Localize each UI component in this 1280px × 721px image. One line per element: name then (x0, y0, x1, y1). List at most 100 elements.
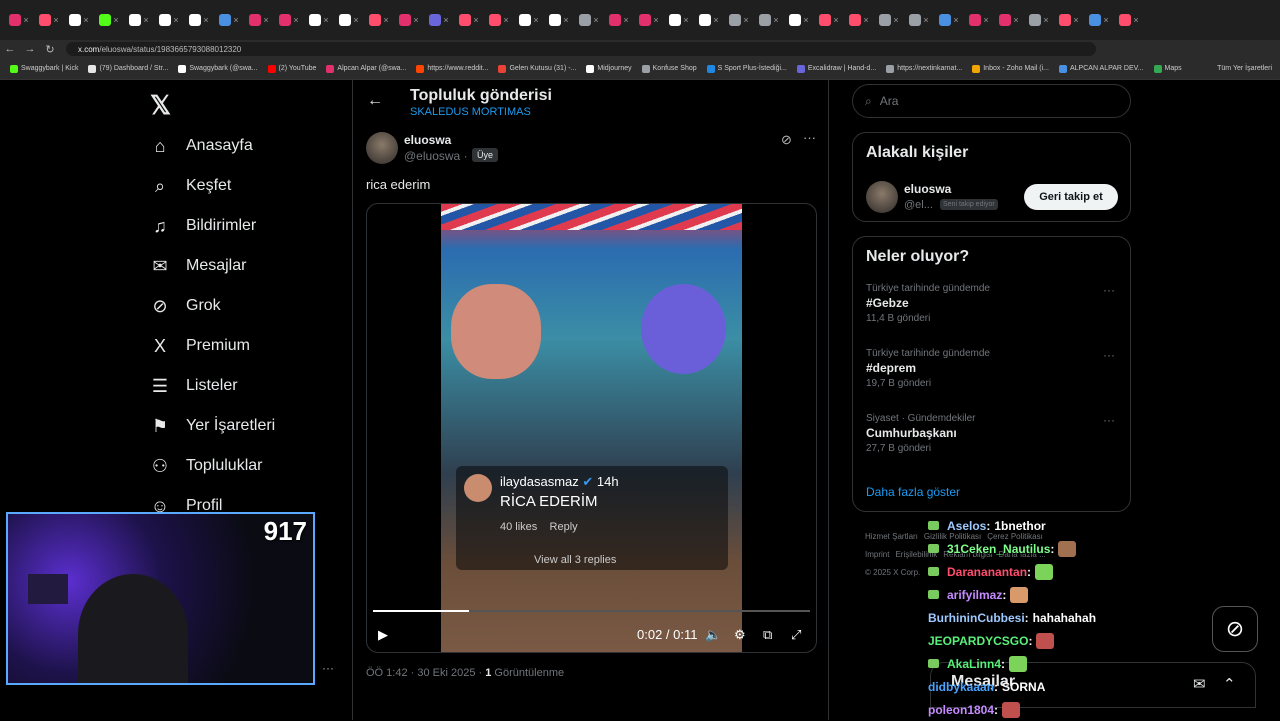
tab-close-icon[interactable]: × (923, 15, 928, 25)
forward-nav-icon[interactable]: → (20, 43, 40, 55)
fullscreen-icon[interactable]: ⤢ (791, 627, 801, 643)
browser-tab[interactable]: × (94, 9, 124, 31)
browser-tab[interactable]: × (304, 9, 334, 31)
tab-close-icon[interactable]: × (83, 15, 88, 25)
grok-fab-icon[interactable]: ⊘ (1212, 606, 1258, 652)
all-bookmarks-button[interactable]: Tüm Yer İşaretleri (1217, 65, 1272, 72)
bookmark-item[interactable]: https://nextinkarnat... (886, 64, 962, 73)
browser-tab[interactable]: × (64, 9, 94, 31)
browser-tab[interactable]: × (844, 9, 874, 31)
browser-tab[interactable]: × (154, 9, 184, 31)
tab-close-icon[interactable]: × (683, 15, 688, 25)
new-message-icon[interactable]: ✉ (1193, 675, 1206, 693)
browser-tab[interactable]: × (1084, 9, 1114, 31)
trend-more-icon[interactable]: ··· (1103, 348, 1115, 362)
trend-item[interactable]: Türkiye tarihinde gündemde #deprem 19,7 B … (866, 348, 990, 389)
back-nav-icon[interactable]: ← (0, 43, 20, 55)
related-name[interactable]: eluoswa (904, 182, 951, 196)
browser-tab[interactable]: × (334, 9, 364, 31)
footer-link[interactable]: © 2025 X Corp. (865, 568, 920, 577)
browser-tab[interactable]: × (274, 9, 304, 31)
sidebar-item-ke-fet[interactable]: ⌕ Keşfet (148, 166, 275, 206)
browser-tab[interactable]: × (634, 9, 664, 31)
post-author-handle[interactable]: @eluoswa · (404, 149, 468, 163)
browser-tab[interactable]: × (694, 9, 724, 31)
back-arrow-icon[interactable]: ← (367, 92, 383, 110)
search-input[interactable]: ⌕ Ara (852, 84, 1131, 118)
browser-tab[interactable]: × (454, 9, 484, 31)
trend-more-icon[interactable]: ··· (1103, 283, 1115, 297)
browser-tab[interactable]: × (124, 9, 154, 31)
browser-tab[interactable]: × (244, 9, 274, 31)
browser-tab[interactable]: × (1024, 9, 1054, 31)
post-author-avatar[interactable] (366, 132, 398, 164)
browser-tab[interactable]: × (904, 9, 934, 31)
tab-close-icon[interactable]: × (353, 15, 358, 25)
tab-close-icon[interactable]: × (833, 15, 838, 25)
trend-item[interactable]: Türkiye tarihinde gündemde #Gebze 11,4 B g… (866, 283, 990, 324)
pip-icon[interactable]: ⧉ (763, 627, 772, 643)
browser-tab[interactable]: × (364, 9, 394, 31)
tab-close-icon[interactable]: × (563, 15, 568, 25)
tab-close-icon[interactable]: × (53, 15, 58, 25)
tab-close-icon[interactable]: × (533, 15, 538, 25)
footer-link[interactable]: Hizmet Şartları (865, 532, 918, 541)
tab-close-icon[interactable]: × (203, 15, 208, 25)
tab-close-icon[interactable]: × (803, 15, 808, 25)
reload-icon[interactable]: ↻ (40, 43, 60, 56)
tab-close-icon[interactable]: × (173, 15, 178, 25)
tab-close-icon[interactable]: × (593, 15, 598, 25)
browser-tab[interactable]: × (544, 9, 574, 31)
bookmark-item[interactable]: Excalidraw | Hand-d... (796, 64, 876, 73)
tab-close-icon[interactable]: × (953, 15, 958, 25)
browser-tab[interactable]: × (34, 9, 64, 31)
grok-explain-icon[interactable]: ⊘ (781, 132, 792, 148)
related-handle[interactable]: @el... (904, 199, 933, 211)
bookmark-item[interactable]: Inbox - Zoho Mail (i... (972, 64, 1049, 73)
bookmark-item[interactable]: Alpcan Alpar (@swa... (326, 64, 406, 73)
community-name-link[interactable]: SKALEDUS MORTIMAS (410, 106, 531, 118)
bookmark-item[interactable]: Konfuse Shop (641, 64, 697, 73)
tab-close-icon[interactable]: × (113, 15, 118, 25)
tab-close-icon[interactable]: × (473, 15, 478, 25)
browser-tab[interactable]: × (754, 9, 784, 31)
tab-close-icon[interactable]: × (443, 15, 448, 25)
x-logo[interactable]: 𝕏 (150, 90, 171, 121)
tab-close-icon[interactable]: × (383, 15, 388, 25)
tab-close-icon[interactable]: × (1133, 15, 1138, 25)
video-player[interactable]: ilaydasasmaz ✔ 14h RİCA EDERİM 40 likes … (366, 203, 817, 653)
tab-close-icon[interactable]: × (743, 15, 748, 25)
bookmark-item[interactable]: https://www.reddit... (416, 64, 488, 73)
tab-close-icon[interactable]: × (893, 15, 898, 25)
browser-tab[interactable]: × (784, 9, 814, 31)
browser-tab[interactable]: × (994, 9, 1024, 31)
tab-close-icon[interactable]: × (143, 15, 148, 25)
tab-close-icon[interactable]: × (653, 15, 658, 25)
bookmark-item[interactable]: ALPCAN ALPAR DEV... (1058, 64, 1144, 73)
volume-icon[interactable]: 🔈 (705, 627, 721, 643)
follow-back-button[interactable]: Geri takip et (1024, 184, 1118, 210)
tab-close-icon[interactable]: × (863, 15, 868, 25)
video-frame[interactable] (441, 204, 742, 652)
browser-tab[interactable]: × (664, 9, 694, 31)
sidebar-item-listeler[interactable]: ☰ Listeler (148, 366, 275, 406)
browser-tab[interactable]: × (964, 9, 994, 31)
browser-tab[interactable]: × (484, 9, 514, 31)
sidebar-item-grok[interactable]: ⊘ Grok (148, 286, 275, 326)
tab-close-icon[interactable]: × (233, 15, 238, 25)
browser-tab[interactable]: × (214, 9, 244, 31)
tab-close-icon[interactable]: × (503, 15, 508, 25)
browser-tab[interactable]: × (814, 9, 844, 31)
bookmark-item[interactable]: (2) YouTube (267, 64, 316, 73)
trend-more-icon[interactable]: ··· (1103, 413, 1115, 427)
browser-tab[interactable]: × (184, 9, 214, 31)
sidebar-item-anasayfa[interactable]: ⌂ Anasayfa (148, 126, 275, 166)
browser-tab[interactable]: × (394, 9, 424, 31)
browser-tab[interactable]: × (424, 9, 454, 31)
settings-gear-icon[interactable]: ⚙ (734, 627, 746, 643)
tab-close-icon[interactable]: × (983, 15, 988, 25)
tab-close-icon[interactable]: × (263, 15, 268, 25)
bookmark-item[interactable]: Midjourney (586, 64, 632, 73)
bookmark-item[interactable]: Maps (1153, 64, 1182, 73)
tab-close-icon[interactable]: × (1043, 15, 1048, 25)
